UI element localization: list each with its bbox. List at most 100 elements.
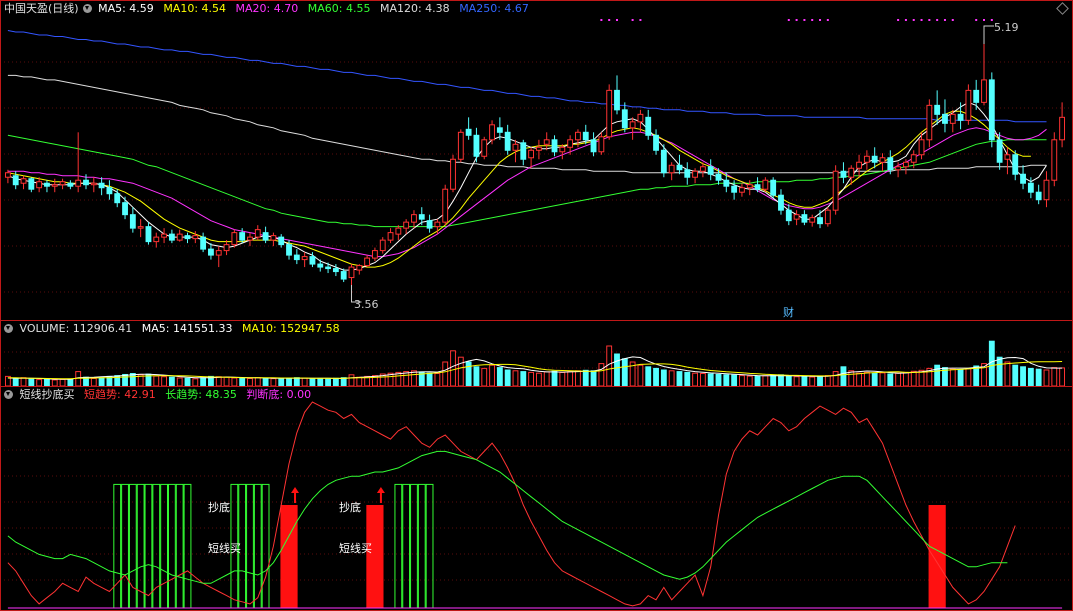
finance-marker[interactable]: 财 xyxy=(783,304,794,320)
signal-dot xyxy=(615,19,618,21)
volume-bar xyxy=(863,371,870,387)
candle-body xyxy=(996,139,1003,163)
volume-bar xyxy=(520,371,527,387)
candle-body xyxy=(863,155,870,163)
volume-bar xyxy=(614,353,620,387)
volume-bar xyxy=(192,378,199,387)
candle-body xyxy=(606,89,613,138)
candle-body xyxy=(418,214,425,220)
buy-bottom-label-1: 抄底 xyxy=(208,501,230,514)
candle-body xyxy=(715,173,722,181)
dropdown-icon[interactable] xyxy=(82,4,92,13)
candle-body xyxy=(496,127,503,133)
candle-body xyxy=(75,179,82,187)
volume-bar xyxy=(551,370,558,387)
volume-bar xyxy=(770,374,777,387)
volume-bar xyxy=(293,377,300,387)
candle-body xyxy=(317,263,324,268)
volume-bar xyxy=(934,364,941,387)
buy-bottom-bar xyxy=(366,505,384,608)
volume-bar xyxy=(996,356,1003,387)
dropdown-icon[interactable] xyxy=(4,390,13,399)
volume-bar xyxy=(902,371,909,387)
candle-body xyxy=(387,232,394,241)
signal-dot xyxy=(936,19,939,21)
candle-body xyxy=(293,254,300,261)
candle-body xyxy=(442,188,449,223)
volume-bar xyxy=(1043,369,1050,387)
volume-bar xyxy=(90,377,97,387)
candle-body xyxy=(910,154,917,163)
signal-dot xyxy=(928,19,931,21)
candle-body xyxy=(457,131,464,160)
candle-body xyxy=(926,104,933,141)
candle-body xyxy=(36,181,43,189)
candle-body xyxy=(660,149,667,174)
candle-body xyxy=(254,229,261,238)
chart-title[interactable]: 中国天盈(日线) xyxy=(4,2,79,15)
volume-bar xyxy=(692,372,699,387)
volume-title[interactable]: VOLUME: 112906.41 xyxy=(20,322,133,335)
candle-body xyxy=(778,194,784,211)
volume-bar xyxy=(606,345,613,387)
signal-dot xyxy=(811,19,814,21)
candle-body xyxy=(184,235,191,240)
candle-body xyxy=(746,184,753,189)
candle-body xyxy=(161,233,168,238)
candle-body xyxy=(707,166,714,175)
candle-body xyxy=(356,265,363,271)
candle-body xyxy=(653,134,659,151)
candle-body xyxy=(1059,116,1066,141)
candle-body xyxy=(535,146,542,151)
candle-body xyxy=(895,166,902,171)
volume-bar xyxy=(668,370,675,387)
volume-bar xyxy=(67,378,74,387)
candle-body xyxy=(332,268,339,273)
candle-body xyxy=(98,182,105,189)
volume-bar xyxy=(879,372,886,387)
candle-body xyxy=(340,271,347,280)
volume-bar xyxy=(1035,368,1042,387)
volume-bar xyxy=(403,371,410,387)
signal-dot xyxy=(600,19,603,21)
candle-body xyxy=(434,221,441,228)
high-price-label: 5.19 xyxy=(994,21,1019,34)
volume-header: VOLUME: 112906.41 MA5: 141551.33 MA10: 1… xyxy=(4,322,346,336)
indicator-title[interactable]: 短线抄底买 xyxy=(20,388,75,401)
candle-body xyxy=(699,166,706,172)
volume-bar xyxy=(215,376,222,387)
candle-body xyxy=(145,226,152,243)
candle-body xyxy=(598,136,605,153)
volume-bar xyxy=(723,374,730,387)
volume-bar xyxy=(12,377,19,387)
signal-dot xyxy=(983,19,986,21)
candle-body xyxy=(1004,154,1011,160)
candle-body xyxy=(902,161,909,168)
signal-dot xyxy=(631,19,634,21)
candle-body xyxy=(988,79,995,141)
volume-bar xyxy=(59,378,66,387)
volume-bar xyxy=(98,377,105,387)
volume-bar xyxy=(567,371,574,387)
candle-body xyxy=(247,236,253,241)
volume-bar xyxy=(528,371,535,387)
volume-bar xyxy=(317,378,324,387)
volume-bar xyxy=(871,373,878,387)
volume-bar xyxy=(653,367,659,387)
candle-body xyxy=(1043,179,1050,201)
volume-bar xyxy=(434,373,441,387)
candle-body xyxy=(973,89,980,103)
candle-body xyxy=(645,116,652,136)
volume-bar xyxy=(356,376,363,387)
volume-bar xyxy=(20,377,27,387)
volume-bar xyxy=(496,367,503,387)
candle-body xyxy=(395,227,402,235)
volume-bar xyxy=(450,350,456,387)
volume-bar xyxy=(122,373,128,387)
candle-body xyxy=(887,157,894,171)
dropdown-icon[interactable] xyxy=(4,324,13,333)
candle-body xyxy=(981,79,987,103)
candle-body xyxy=(262,232,269,241)
candle-body xyxy=(731,185,738,193)
signal-dot xyxy=(912,19,915,21)
